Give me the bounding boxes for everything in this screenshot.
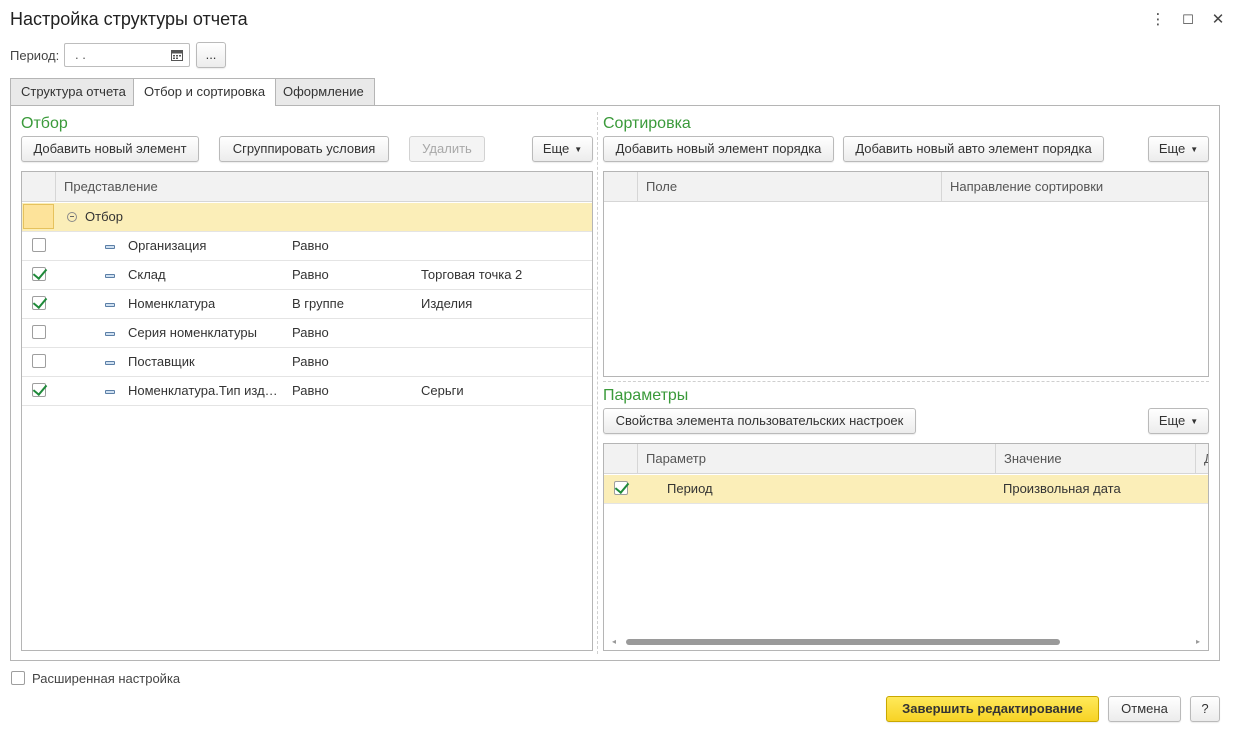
table-row[interactable]: Склад Равно Торговая точка 2 <box>22 261 592 290</box>
filter-condition: Равно <box>292 238 329 253</box>
sorting-more-label: Еще <box>1158 141 1186 156</box>
period-choose-button[interactable]: ... <box>196 42 226 68</box>
check-column-header <box>22 172 55 202</box>
table-row[interactable]: Организация Равно <box>22 232 592 261</box>
filter-field: Поставщик <box>128 354 195 369</box>
filter-condition: Равно <box>292 325 329 340</box>
period-input[interactable]: . . <box>64 43 190 67</box>
row-checkbox[interactable] <box>32 325 46 339</box>
calendar-icon[interactable] <box>168 46 186 64</box>
filter-condition: В группе <box>292 296 344 311</box>
field-icon <box>105 245 115 249</box>
table-row[interactable]: Поставщик Равно <box>22 348 592 377</box>
filter-title: Отбор <box>21 115 68 132</box>
close-icon[interactable]: ✕ <box>1208 10 1228 30</box>
scroll-right-icon[interactable]: ▸ <box>1196 637 1200 646</box>
row-checkbox[interactable] <box>614 481 628 495</box>
row-checkbox[interactable] <box>32 354 46 368</box>
table-row[interactable]: Номенклатура.Тип изд… Равно Серьги <box>22 377 592 406</box>
sorting-more-button[interactable]: Еще ▼ <box>1148 136 1209 162</box>
delete-button[interactable]: Удалить <box>409 136 485 162</box>
filter-more-label: Еще <box>542 141 570 156</box>
filter-field: Номенклатура <box>128 296 216 311</box>
collapse-icon[interactable] <box>67 212 77 222</box>
tab-structure[interactable]: Структура отчета <box>10 78 137 105</box>
filter-condition: Равно <box>292 354 329 369</box>
params-title: Параметры <box>603 387 689 404</box>
maximize-icon[interactable]: ☐ <box>1178 10 1198 30</box>
field-icon <box>105 274 115 278</box>
filter-value: Изделия <box>421 296 473 311</box>
filter-value: Серьги <box>421 383 464 398</box>
field-icon <box>105 303 115 307</box>
table-row[interactable]: Серия номенклатуры Равно <box>22 319 592 348</box>
current-cell <box>23 204 54 229</box>
filter-field: Склад <box>128 267 166 282</box>
horizontal-splitter[interactable] <box>603 381 1209 382</box>
filter-condition: Равно <box>292 267 329 282</box>
period-value: . . <box>75 47 86 62</box>
value-header: Значение <box>995 444 1195 474</box>
sorting-title: Сортировка <box>603 115 691 132</box>
direction-header: Направление сортировки <box>941 172 1208 202</box>
vertical-splitter[interactable] <box>597 112 598 654</box>
table-row[interactable]: Номенклатура В группе Изделия <box>22 290 592 319</box>
filter-condition: Равно <box>292 383 329 398</box>
add-auto-order-button[interactable]: Добавить новый авто элемент порядка <box>843 136 1104 162</box>
row-checkbox[interactable] <box>32 238 46 252</box>
filter-field: Серия номенклатуры <box>128 325 257 340</box>
scrollbar-thumb[interactable] <box>626 639 1060 645</box>
advanced-settings-label: Расширенная настройка <box>32 671 181 686</box>
extra-header: Д <box>1195 444 1208 474</box>
row-checkbox[interactable] <box>32 383 46 397</box>
filter-field: Организация <box>128 238 207 253</box>
filter-table-header: Представление <box>22 172 592 202</box>
window-title: Настройка структуры отчета <box>10 9 248 29</box>
field-icon <box>105 390 115 394</box>
row-checkbox[interactable] <box>32 267 46 281</box>
add-order-button[interactable]: Добавить новый элемент порядка <box>603 136 834 162</box>
filter-more-button[interactable]: Еще ▼ <box>532 136 593 162</box>
filter-root-row[interactable]: Отбор <box>22 203 592 232</box>
field-header: Поле <box>637 172 941 202</box>
sorting-table-header: Поле Направление сортировки <box>604 172 1208 202</box>
more-menu-icon[interactable]: ⋮ <box>1148 10 1168 30</box>
table-row[interactable]: Период Произвольная дата <box>604 475 1208 504</box>
element-properties-button[interactable]: Свойства элемента пользовательских настр… <box>603 408 916 434</box>
cancel-button[interactable]: Отмена <box>1108 696 1181 722</box>
help-button[interactable]: ? <box>1190 696 1220 722</box>
representation-header: Представление <box>55 172 592 202</box>
param-name: Период <box>667 481 713 496</box>
period-label: Период: <box>10 48 60 63</box>
params-table[interactable]: Параметр Значение Д Период Произвольная … <box>603 443 1209 651</box>
check-column-header <box>604 172 637 202</box>
param-value: Произвольная дата <box>1003 481 1121 496</box>
row-checkbox[interactable] <box>32 296 46 310</box>
parameter-header: Параметр <box>637 444 995 474</box>
params-table-header: Параметр Значение Д <box>604 444 1208 474</box>
filter-root-label: Отбор <box>85 209 123 224</box>
params-more-button[interactable]: Еще ▼ <box>1148 408 1209 434</box>
horizontal-scrollbar[interactable]: ◂ ▸ <box>604 636 1208 648</box>
field-icon <box>105 361 115 365</box>
filter-table[interactable]: Представление Отбор Организация Равно Ск… <box>21 171 593 651</box>
group-conditions-button[interactable]: Сгруппировать условия <box>219 136 389 162</box>
params-more-label: Еще <box>1158 413 1186 428</box>
field-icon <box>105 332 115 336</box>
filter-value: Торговая точка 2 <box>421 267 523 282</box>
scroll-left-icon[interactable]: ◂ <box>612 637 616 646</box>
sorting-table[interactable]: Поле Направление сортировки <box>603 171 1209 377</box>
advanced-settings-checkbox[interactable] <box>11 671 25 685</box>
chevron-down-icon: ▼ <box>574 144 583 154</box>
tab-design[interactable]: Оформление <box>272 78 375 105</box>
chevron-down-icon: ▼ <box>1190 416 1199 426</box>
filter-field: Номенклатура.Тип изд… <box>128 383 278 398</box>
finish-editing-button[interactable]: Завершить редактирование <box>886 696 1099 722</box>
add-filter-button[interactable]: Добавить новый элемент <box>21 136 199 162</box>
check-column-header <box>604 444 637 474</box>
chevron-down-icon: ▼ <box>1190 144 1199 154</box>
tab-filter-sort[interactable]: Отбор и сортировка <box>133 78 277 106</box>
